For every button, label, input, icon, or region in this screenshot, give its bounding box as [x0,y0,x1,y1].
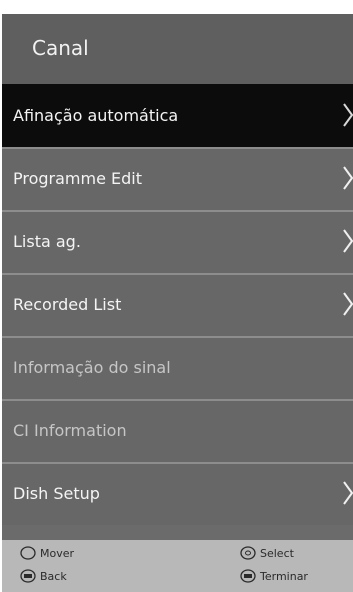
menu-item-auto-tuning[interactable]: Afinação automática [2,84,353,147]
menu-item-recorded-list[interactable]: Recorded List [2,273,353,336]
menu-header: Canal [2,14,353,84]
menu-item-dish-setup[interactable]: Dish Setup [2,462,353,525]
hint-exit-label: Terminar [260,569,308,583]
key-hint-bar: Mover Back Select Terminar [2,540,353,592]
menu-item-label: Lista ag. [13,232,81,251]
menu-item-label: Recorded List [13,295,122,314]
menu-item-label: CI Information [13,421,127,440]
menu-item-label: Informação do sinal [13,358,171,377]
menu-item-label: Afinação automática [13,106,179,125]
ok-key-icon [240,546,256,560]
menu-item-programme-edit[interactable]: Programme Edit [2,147,353,210]
menu-item-signal-information: Informação do sinal [2,336,353,399]
hint-back-label: Back [40,569,67,583]
dpad-icon [20,546,36,560]
hint-back: Back [20,569,67,583]
chevron-right-icon [343,228,353,254]
menu-list: Afinação automática Programme Edit Lista… [2,84,353,525]
chevron-right-icon [343,165,353,191]
channel-menu-panel: Canal Afinação automática Programme Edit… [2,14,353,592]
chevron-right-icon [343,102,353,128]
menu-item-label: Dish Setup [13,484,100,503]
menu-item-schedule-list[interactable]: Lista ag. [2,210,353,273]
menu-item-label: Programme Edit [13,169,143,188]
hint-select: Select [240,546,294,560]
chevron-right-icon [343,480,353,506]
hint-move-label: Mover [40,546,75,560]
hint-select-label: Select [260,546,294,560]
menu-item-ci-information: CI Information [2,399,353,462]
chevron-right-icon [343,291,353,317]
exit-key-icon [240,569,256,583]
menu-title: Canal [32,36,89,60]
hint-move: Mover [20,546,74,560]
hint-exit: Terminar [240,569,308,583]
back-key-icon [20,569,36,583]
